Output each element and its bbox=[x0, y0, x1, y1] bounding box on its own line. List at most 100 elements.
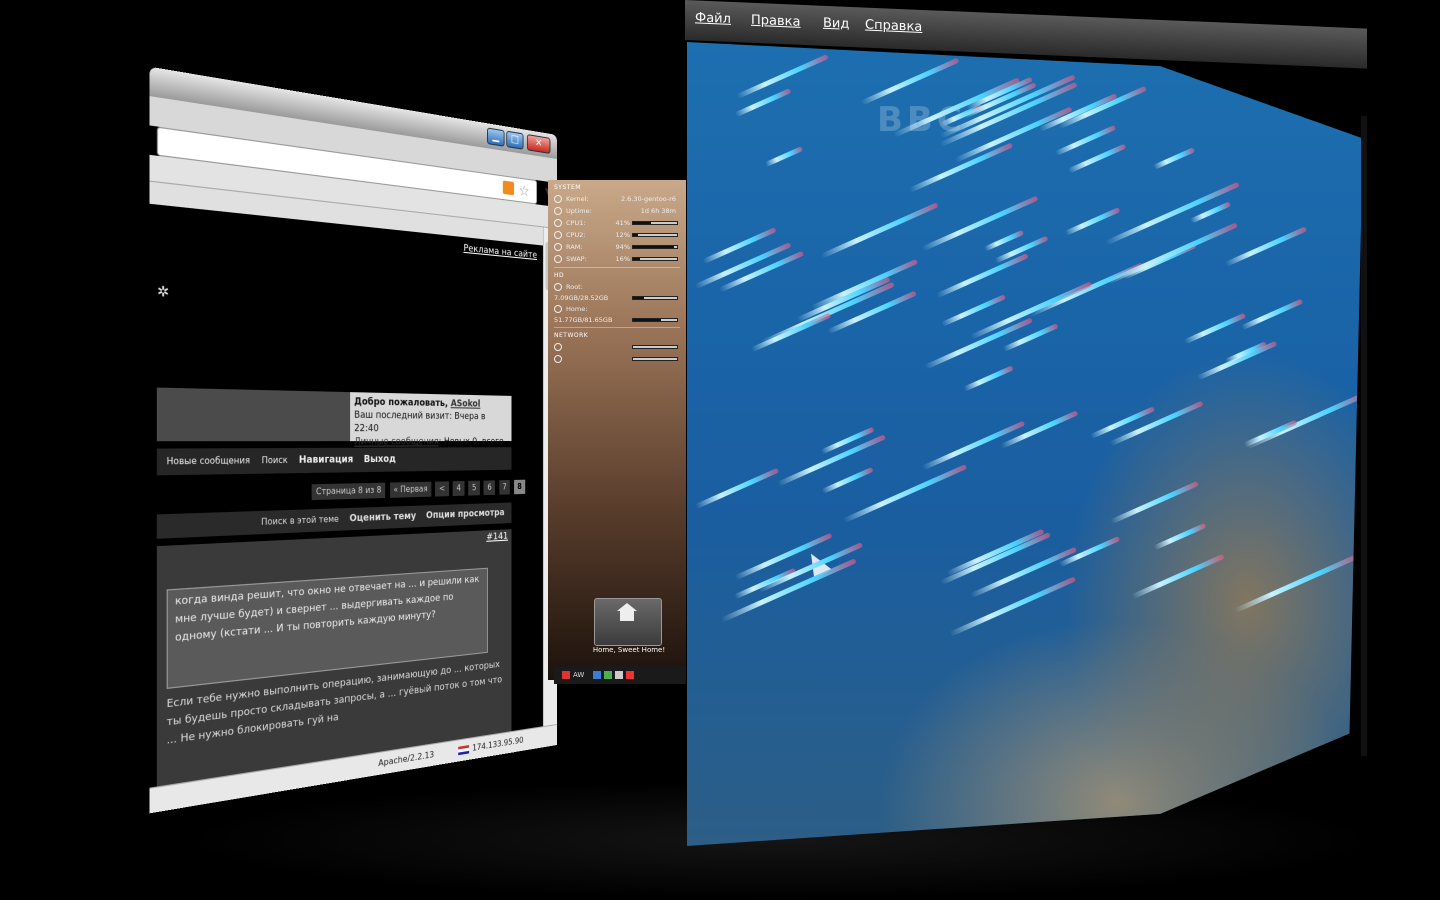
welcome-box: Добро пожаловать, ASokol Ваш последний в… bbox=[350, 392, 511, 441]
fish-streak bbox=[1039, 93, 1118, 132]
house-icon bbox=[617, 611, 637, 627]
fish-streak bbox=[1243, 420, 1297, 448]
nav-new-posts[interactable]: Новые сообщения bbox=[167, 448, 250, 475]
cpu-icon bbox=[554, 231, 562, 239]
us-flag-icon bbox=[459, 744, 470, 754]
download-icon bbox=[554, 355, 562, 363]
home-disk-bar bbox=[632, 318, 678, 322]
swap-bar bbox=[632, 257, 678, 261]
fish-streak bbox=[764, 146, 803, 167]
fish-streak bbox=[963, 366, 1013, 392]
fish-streak bbox=[922, 421, 1026, 471]
pagination-page[interactable]: 6 bbox=[484, 480, 495, 495]
app-icon[interactable] bbox=[626, 671, 634, 679]
fish-streak bbox=[1068, 144, 1127, 174]
root-disk-bar bbox=[632, 296, 678, 300]
app-icon[interactable] bbox=[615, 671, 623, 679]
menu-view[interactable]: Вид bbox=[823, 16, 849, 32]
app-icon[interactable] bbox=[593, 671, 601, 679]
menu-edit[interactable]: Правка bbox=[751, 13, 800, 30]
menu-file[interactable]: Файл bbox=[695, 10, 731, 27]
post-number-link[interactable]: #141 bbox=[486, 531, 508, 542]
pagination: Страница 8 из 8 « Первая < 4 5 6 7 8 bbox=[310, 480, 526, 501]
fish-streak bbox=[1131, 554, 1224, 599]
fish-streak bbox=[1234, 554, 1359, 613]
conky-row: CPU2: 12% bbox=[548, 229, 686, 241]
fish-streak bbox=[1197, 340, 1278, 380]
cpu2-bar bbox=[632, 233, 678, 237]
conky-network-title: NETWORK bbox=[554, 332, 686, 339]
conky-hd-title: HD bbox=[554, 272, 686, 279]
fish-streak bbox=[921, 196, 1038, 252]
desktop-conky-panel: SYSTEM Kernel: 2.6.30-gentoo-r6 Uptime: 1d… bbox=[548, 180, 686, 680]
fish-streak bbox=[778, 434, 887, 486]
pagination-current-page: 8 bbox=[514, 480, 525, 495]
upload-bar bbox=[632, 345, 678, 349]
minimize-button[interactable]: ▁ bbox=[487, 127, 505, 146]
home-folder-label[interactable]: Home, Sweet Home! bbox=[584, 646, 674, 654]
pagination-prev[interactable]: < bbox=[435, 481, 448, 496]
pagination-page[interactable]: 7 bbox=[499, 480, 510, 495]
taskbar-label[interactable]: AW bbox=[573, 671, 584, 679]
forum-navbar: Новые сообщения Поиск Навигация Выход bbox=[157, 447, 512, 475]
site-logo: ✲ bbox=[157, 283, 169, 301]
fish-streak bbox=[1154, 523, 1207, 550]
swap-icon bbox=[554, 255, 562, 263]
fish-streak bbox=[695, 468, 779, 509]
fish-streak bbox=[861, 57, 960, 105]
cpu-icon bbox=[554, 219, 562, 227]
pagination-page[interactable]: 5 bbox=[468, 481, 479, 496]
menu-help[interactable]: Справка bbox=[865, 18, 922, 35]
conky-row: RAM: 94% bbox=[548, 241, 686, 253]
ram-bar bbox=[632, 245, 678, 249]
server-ip: 174.133.95.90 bbox=[472, 735, 523, 753]
view-options[interactable]: Опции просмотра bbox=[426, 503, 505, 527]
nav-logout[interactable]: Выход bbox=[364, 448, 396, 472]
fish-streak bbox=[1225, 226, 1308, 266]
video-frame[interactable]: BBC bbox=[687, 42, 1363, 846]
username-link[interactable]: ASokol bbox=[451, 399, 481, 410]
fish-streak bbox=[1153, 148, 1195, 171]
welcome-text: Добро пожаловать, bbox=[354, 397, 451, 410]
disk-icon bbox=[554, 283, 562, 291]
ram-icon bbox=[554, 243, 562, 251]
conky-system-title: SYSTEM bbox=[554, 184, 686, 191]
fish-streak bbox=[796, 277, 890, 322]
pagination-page[interactable]: 4 bbox=[453, 481, 465, 496]
disk-icon bbox=[554, 305, 562, 313]
video-player-window[interactable]: Файл Правка Вид Справка BBC bbox=[685, 0, 1367, 846]
fish-streak bbox=[1246, 391, 1367, 449]
maximize-button[interactable]: □ bbox=[506, 131, 523, 150]
fish-streak bbox=[1090, 406, 1155, 439]
close-button[interactable]: ✕ bbox=[527, 134, 550, 154]
upload-icon bbox=[554, 343, 562, 351]
kernel-icon bbox=[554, 195, 562, 203]
home-folder-icon[interactable] bbox=[594, 598, 662, 646]
window-edge bbox=[1361, 116, 1367, 756]
rss-icon[interactable] bbox=[503, 180, 514, 195]
conky-row: Root: bbox=[548, 281, 686, 293]
ad-link[interactable]: Реклама на сайте bbox=[463, 243, 537, 261]
browser-window[interactable]: ▁ □ ✕ ☆ ▼ Реклама на сайте ✲ Добро пожал… bbox=[152, 135, 557, 745]
pagination-first[interactable]: « Первая bbox=[390, 482, 432, 498]
bookmark-star-icon[interactable]: ☆ bbox=[519, 180, 530, 204]
taskbar[interactable]: AW bbox=[554, 666, 686, 684]
conky-row: SWAP: 16% bbox=[548, 253, 686, 265]
private-messages-link[interactable]: Личные сообщения bbox=[354, 437, 439, 448]
nav-search[interactable]: Поиск bbox=[262, 448, 288, 474]
download-bar bbox=[632, 357, 678, 361]
fish-streak bbox=[703, 227, 777, 264]
fish-streak bbox=[909, 142, 1014, 192]
fish-streak bbox=[751, 312, 831, 351]
cpu1-bar bbox=[632, 221, 678, 225]
conky-row: Kernel: 2.6.30-gentoo-r6 bbox=[548, 193, 686, 205]
conky-row: CPU1: 41% bbox=[548, 217, 686, 229]
rate-thread[interactable]: Оценить тему bbox=[349, 506, 416, 531]
header-banner: Добро пожаловать, ASokol Ваш последний в… bbox=[157, 388, 512, 442]
fish-streak bbox=[758, 543, 863, 593]
app-icon[interactable] bbox=[562, 671, 570, 679]
nav-navigation[interactable]: Навигация bbox=[299, 448, 353, 473]
app-icon[interactable] bbox=[604, 671, 612, 679]
fish-streak bbox=[1105, 182, 1240, 246]
thread-search[interactable]: Поиск в этой теме bbox=[261, 508, 339, 534]
